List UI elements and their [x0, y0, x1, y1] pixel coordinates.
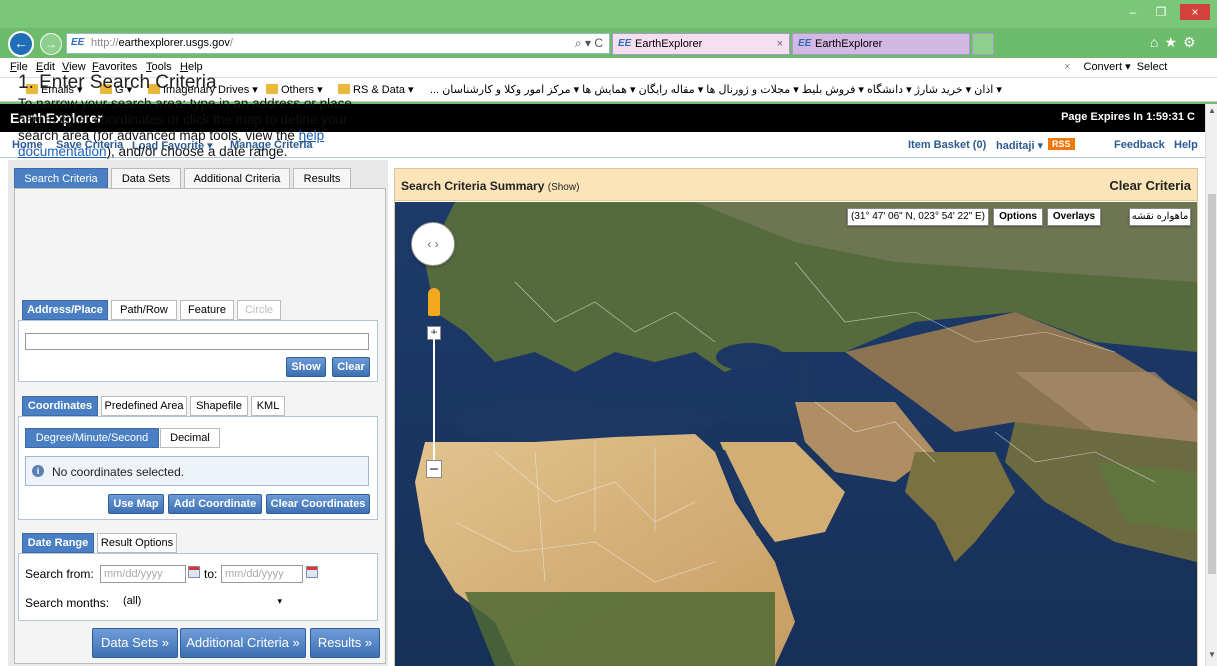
feedback-link[interactable]: Feedback	[1114, 139, 1165, 151]
close-toolbar-icon[interactable]: ×	[1064, 61, 1070, 73]
show-summary-link[interactable]: (Show)	[548, 182, 580, 193]
rss-icon[interactable]: RSS	[1048, 138, 1075, 150]
pan-control-icon[interactable]: ‹ ›	[411, 222, 455, 266]
page-expires: Page Expires In 1:59:31 C	[1061, 111, 1195, 123]
tab-close-icon[interactable]: ×	[777, 34, 783, 54]
select-button[interactable]: Select	[1137, 61, 1168, 73]
satellite-map[interactable]: (31° 47' 06" N, 023° 54' 22" E) Options …	[395, 202, 1197, 666]
scroll-thumb[interactable]	[1208, 194, 1216, 574]
instructions-text: To narrow your search area: type in an a…	[18, 96, 352, 159]
new-tab-button[interactable]	[972, 33, 994, 55]
forward-button[interactable]: →	[40, 33, 62, 55]
zoom-slider-handle[interactable]	[426, 460, 442, 478]
tab-path-row[interactable]: Path/Row	[111, 300, 177, 320]
additional-criteria-next-button[interactable]: Additional Criteria »	[180, 628, 306, 658]
months-select[interactable]: (all) ▾	[120, 592, 288, 610]
favorite-rs-data[interactable]: RS & Data ▾	[338, 83, 414, 96]
criteria-summary-title: Search Criteria Summary (Show)	[401, 179, 580, 193]
calendar-icon[interactable]	[306, 566, 318, 578]
window-titlebar: – ❐ ×	[0, 0, 1217, 28]
map-panel: Search Criteria Summary (Show) Clear Cri…	[394, 168, 1198, 666]
tab-shapefile[interactable]: Shapefile	[190, 396, 248, 416]
add-coordinate-button[interactable]: Add Coordinate	[168, 494, 262, 514]
search-refresh-icon[interactable]: ⌕ ▾ C	[575, 36, 603, 51]
tab-result-options[interactable]: Result Options	[97, 533, 177, 553]
criteria-summary-header: Search Criteria Summary (Show) Clear Cri…	[395, 169, 1197, 201]
help-link[interactable]: Help	[1174, 139, 1198, 151]
browser-tab-2[interactable]: EE EarthExplorer	[792, 33, 970, 55]
overlays-button[interactable]: Overlays	[1047, 208, 1101, 226]
address-bar[interactable]: EE http://earthexplorer.usgs.gov/ ⌕ ▾ C	[66, 33, 610, 54]
use-map-button[interactable]: Use Map	[108, 494, 164, 514]
tab-coordinates[interactable]: Coordinates	[22, 396, 98, 416]
tab-label: EarthExplorer	[635, 38, 703, 50]
tab-degree-minute-second[interactable]: Degree/Minute/Second	[25, 428, 159, 448]
maximize-button[interactable]: ❐	[1148, 4, 1174, 20]
chevron-down-icon: ▾	[277, 596, 282, 606]
tab-favicon-icon: EE	[618, 38, 632, 49]
user-menu[interactable]: haditaji ▾	[996, 139, 1043, 152]
zoom-slider-track[interactable]	[433, 334, 435, 464]
address-url: http://earthexplorer.usgs.gov/	[91, 37, 233, 49]
calendar-icon[interactable]	[188, 566, 200, 578]
tab-circle: Circle	[237, 300, 281, 320]
favorite-others[interactable]: Others ▾	[266, 83, 323, 96]
tab-additional-criteria[interactable]: Additional Criteria	[184, 168, 290, 190]
satellite-map-image	[395, 202, 1197, 666]
no-coordinates-message: i No coordinates selected.	[25, 456, 369, 486]
address-input[interactable]	[25, 333, 369, 350]
browser-tab-1[interactable]: EE EarthExplorer ×	[612, 33, 790, 55]
street-view-pegman-icon[interactable]	[428, 288, 440, 316]
page-title: 1. Enter Search Criteria	[18, 72, 217, 93]
home-favorites-settings-icons[interactable]: ⌂★⚙	[1150, 34, 1202, 51]
clear-coordinates-button[interactable]: Clear Coordinates	[266, 494, 370, 514]
scroll-down-icon[interactable]: ▼	[1206, 650, 1217, 659]
tab-kml[interactable]: KML	[251, 396, 285, 416]
date-to-input[interactable]: mm/dd/yyyy	[221, 565, 303, 583]
tab-results[interactable]: Results	[293, 168, 351, 190]
item-basket-link[interactable]: Item Basket (0)	[908, 139, 986, 151]
tab-decimal[interactable]: Decimal	[160, 428, 220, 448]
clear-criteria-button[interactable]: Clear Criteria	[1109, 178, 1191, 193]
results-next-button[interactable]: Results »	[310, 628, 380, 658]
date-from-input[interactable]: mm/dd/yyyy	[100, 565, 186, 583]
options-button[interactable]: Options	[993, 208, 1043, 226]
favorites-persian[interactable]: ▾ اذان ▾ خرید شارژ ▾ دانشگاه ▾ فروش بلیط…	[430, 83, 1210, 96]
back-button[interactable]: ←	[8, 31, 34, 57]
folder-icon	[266, 84, 278, 94]
site-favicon-icon: EE	[71, 37, 85, 48]
no-coordinates-text: No coordinates selected.	[52, 465, 185, 479]
folder-icon	[338, 84, 350, 94]
months-selected-value: (all)	[123, 595, 142, 607]
menu-right-tools: × Convert ▾ Select	[1064, 60, 1167, 73]
tab-predefined-area[interactable]: Predefined Area	[101, 396, 187, 416]
to-label: to:	[204, 567, 218, 581]
info-icon: i	[32, 465, 44, 477]
search-months-label: Search months:	[25, 596, 110, 610]
tab-favicon-icon: EE	[798, 38, 812, 49]
convert-button[interactable]: Convert ▾	[1084, 61, 1131, 73]
clear-button[interactable]: Clear	[332, 357, 370, 377]
tab-address-place[interactable]: Address/Place	[22, 300, 108, 320]
search-from-label: Search from:	[25, 567, 94, 581]
date-range-panel	[18, 553, 378, 621]
page-scrollbar[interactable]: ▲ ▼	[1205, 104, 1217, 666]
tab-search-criteria[interactable]: Search Criteria	[14, 168, 108, 190]
tab-data-sets[interactable]: Data Sets	[111, 168, 181, 190]
show-button[interactable]: Show	[286, 357, 326, 377]
map-type-toggle[interactable]: ماهواره نقشه	[1129, 208, 1191, 226]
data-sets-next-button[interactable]: Data Sets »	[92, 628, 178, 658]
tab-date-range[interactable]: Date Range	[22, 533, 94, 553]
tab-label: EarthExplorer	[815, 38, 883, 50]
browser-navbar: ← → EE http://earthexplorer.usgs.gov/ ⌕ …	[0, 28, 1217, 58]
tab-feature[interactable]: Feature	[180, 300, 234, 320]
scroll-up-icon[interactable]: ▲	[1206, 106, 1217, 115]
close-window-button[interactable]: ×	[1180, 4, 1210, 20]
coordinate-readout: (31° 47' 06" N, 023° 54' 22" E)	[847, 208, 989, 226]
minimize-button[interactable]: –	[1120, 4, 1146, 20]
